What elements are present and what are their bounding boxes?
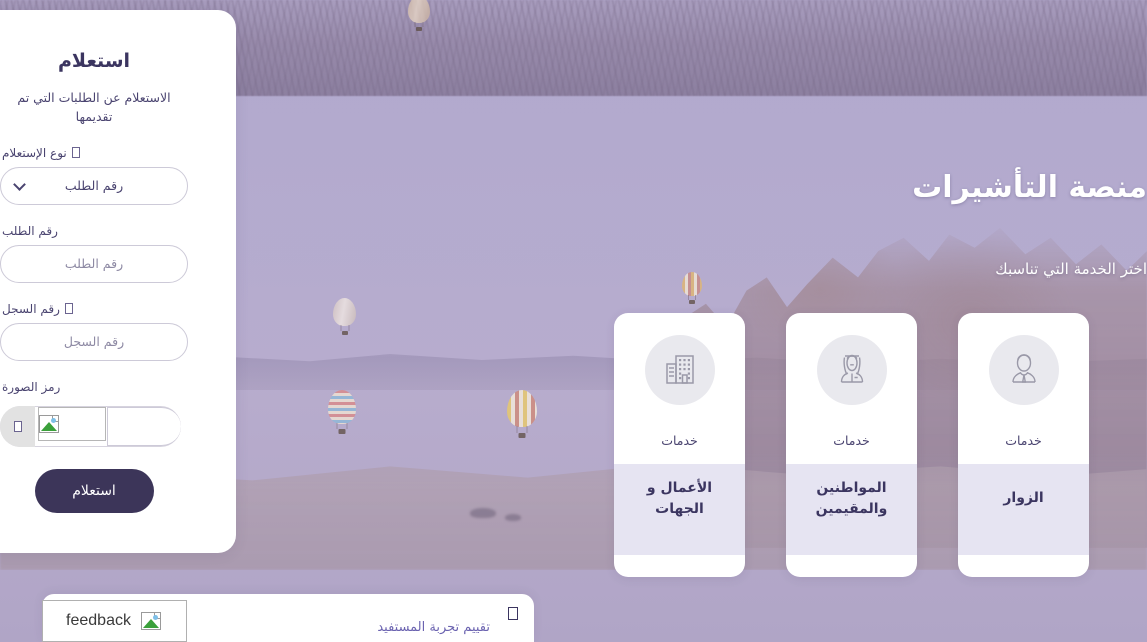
hot-air-balloon xyxy=(328,390,356,434)
broken-image-icon xyxy=(140,612,161,630)
submit-inquiry-button[interactable]: استعلام xyxy=(34,468,154,513)
page-subtitle: اختر الخدمة التي تناسبك xyxy=(995,260,1147,278)
captcha-row xyxy=(0,405,188,447)
captcha-refresh-button[interactable] xyxy=(0,405,35,447)
form-description: الاستعلام عن الطلبات التي تم تقديمها xyxy=(17,90,171,125)
business-person-icon xyxy=(988,335,1059,405)
service-card-business[interactable]: خدمات الأعمال و الجهات xyxy=(614,313,745,577)
request-number-input[interactable]: رقم الطلب xyxy=(0,244,188,283)
feedback-label: feedback xyxy=(66,612,131,629)
card-kicker: خدمات xyxy=(661,433,698,448)
inquiry-type-value: رقم الطلب xyxy=(64,178,124,194)
record-number-label-row: رقم السجل xyxy=(0,302,188,316)
form-title: استعلام xyxy=(57,50,131,72)
page-root: استعلام الاستعلام عن الطلبات التي تم تقد… xyxy=(0,0,1147,642)
background-shrub xyxy=(505,514,521,521)
field-record-number: رقم السجل رقم السجل xyxy=(0,302,188,361)
field-captcha: رمز الصورة xyxy=(0,380,188,447)
service-cards: خدمات الزوار خدمات المواطنين والمقيمين خ… xyxy=(614,313,1089,577)
bottom-feedback-panel: تقييم تجربة المستفيد feedback xyxy=(42,594,534,642)
bottom-bar-text[interactable]: تقييم تجربة المستفيد xyxy=(377,620,490,635)
card-band: المواطنين والمقيمين xyxy=(786,464,917,555)
record-number-input[interactable]: رقم السجل xyxy=(0,322,188,361)
feedback-button[interactable]: feedback xyxy=(42,600,187,642)
card-title: الأعمال و الجهات xyxy=(646,479,713,517)
background-shrub xyxy=(470,508,496,518)
captcha-input[interactable] xyxy=(107,406,181,446)
captcha-image xyxy=(38,406,106,441)
request-number-placeholder: رقم الطلب xyxy=(64,256,124,272)
hot-air-balloon xyxy=(333,298,356,335)
refresh-icon xyxy=(13,420,22,432)
card-band: الزوار xyxy=(958,464,1089,555)
hot-air-balloon xyxy=(507,390,537,438)
square-icon[interactable] xyxy=(508,607,518,620)
captcha-label: رمز الصورة xyxy=(2,379,61,394)
record-number-placeholder: رقم السجل xyxy=(63,334,125,350)
building-icon xyxy=(644,335,715,405)
hot-air-balloon xyxy=(408,0,430,31)
service-card-citizens[interactable]: خدمات المواطنين والمقيمين xyxy=(786,313,917,577)
request-number-label: رقم الطلب xyxy=(2,223,58,238)
inquiry-type-label: نوع الإستعلام xyxy=(2,145,67,160)
service-card-visitors[interactable]: خدمات الزوار xyxy=(958,313,1089,577)
info-icon[interactable] xyxy=(71,147,80,159)
record-number-label: رقم السجل xyxy=(2,301,60,316)
card-kicker: خدمات xyxy=(1005,433,1042,448)
page-title: منصة التأشيرات xyxy=(912,170,1147,205)
field-inquiry-type: نوع الإستعلام رقم الطلب xyxy=(0,146,188,205)
hero-section: منصة التأشيرات اختر الخدمة التي تناسبك xyxy=(447,170,1147,278)
card-title: الزوار xyxy=(1003,490,1044,506)
request-number-label-row: رقم الطلب xyxy=(0,224,188,238)
saudi-citizen-icon xyxy=(816,335,887,405)
card-kicker: خدمات xyxy=(833,433,870,448)
field-request-number: رقم الطلب رقم الطلب xyxy=(0,224,188,283)
info-icon[interactable] xyxy=(64,303,73,315)
card-band: الأعمال و الجهات xyxy=(614,464,745,555)
captcha-label-row: رمز الصورة xyxy=(0,380,188,394)
broken-image-icon xyxy=(39,414,59,433)
inquiry-type-select[interactable]: رقم الطلب xyxy=(0,166,188,205)
inquiry-form-panel: استعلام الاستعلام عن الطلبات التي تم تقد… xyxy=(0,10,236,553)
inquiry-type-label-row: نوع الإستعلام xyxy=(0,146,188,160)
card-title: المواطنين والمقيمين xyxy=(815,479,888,517)
